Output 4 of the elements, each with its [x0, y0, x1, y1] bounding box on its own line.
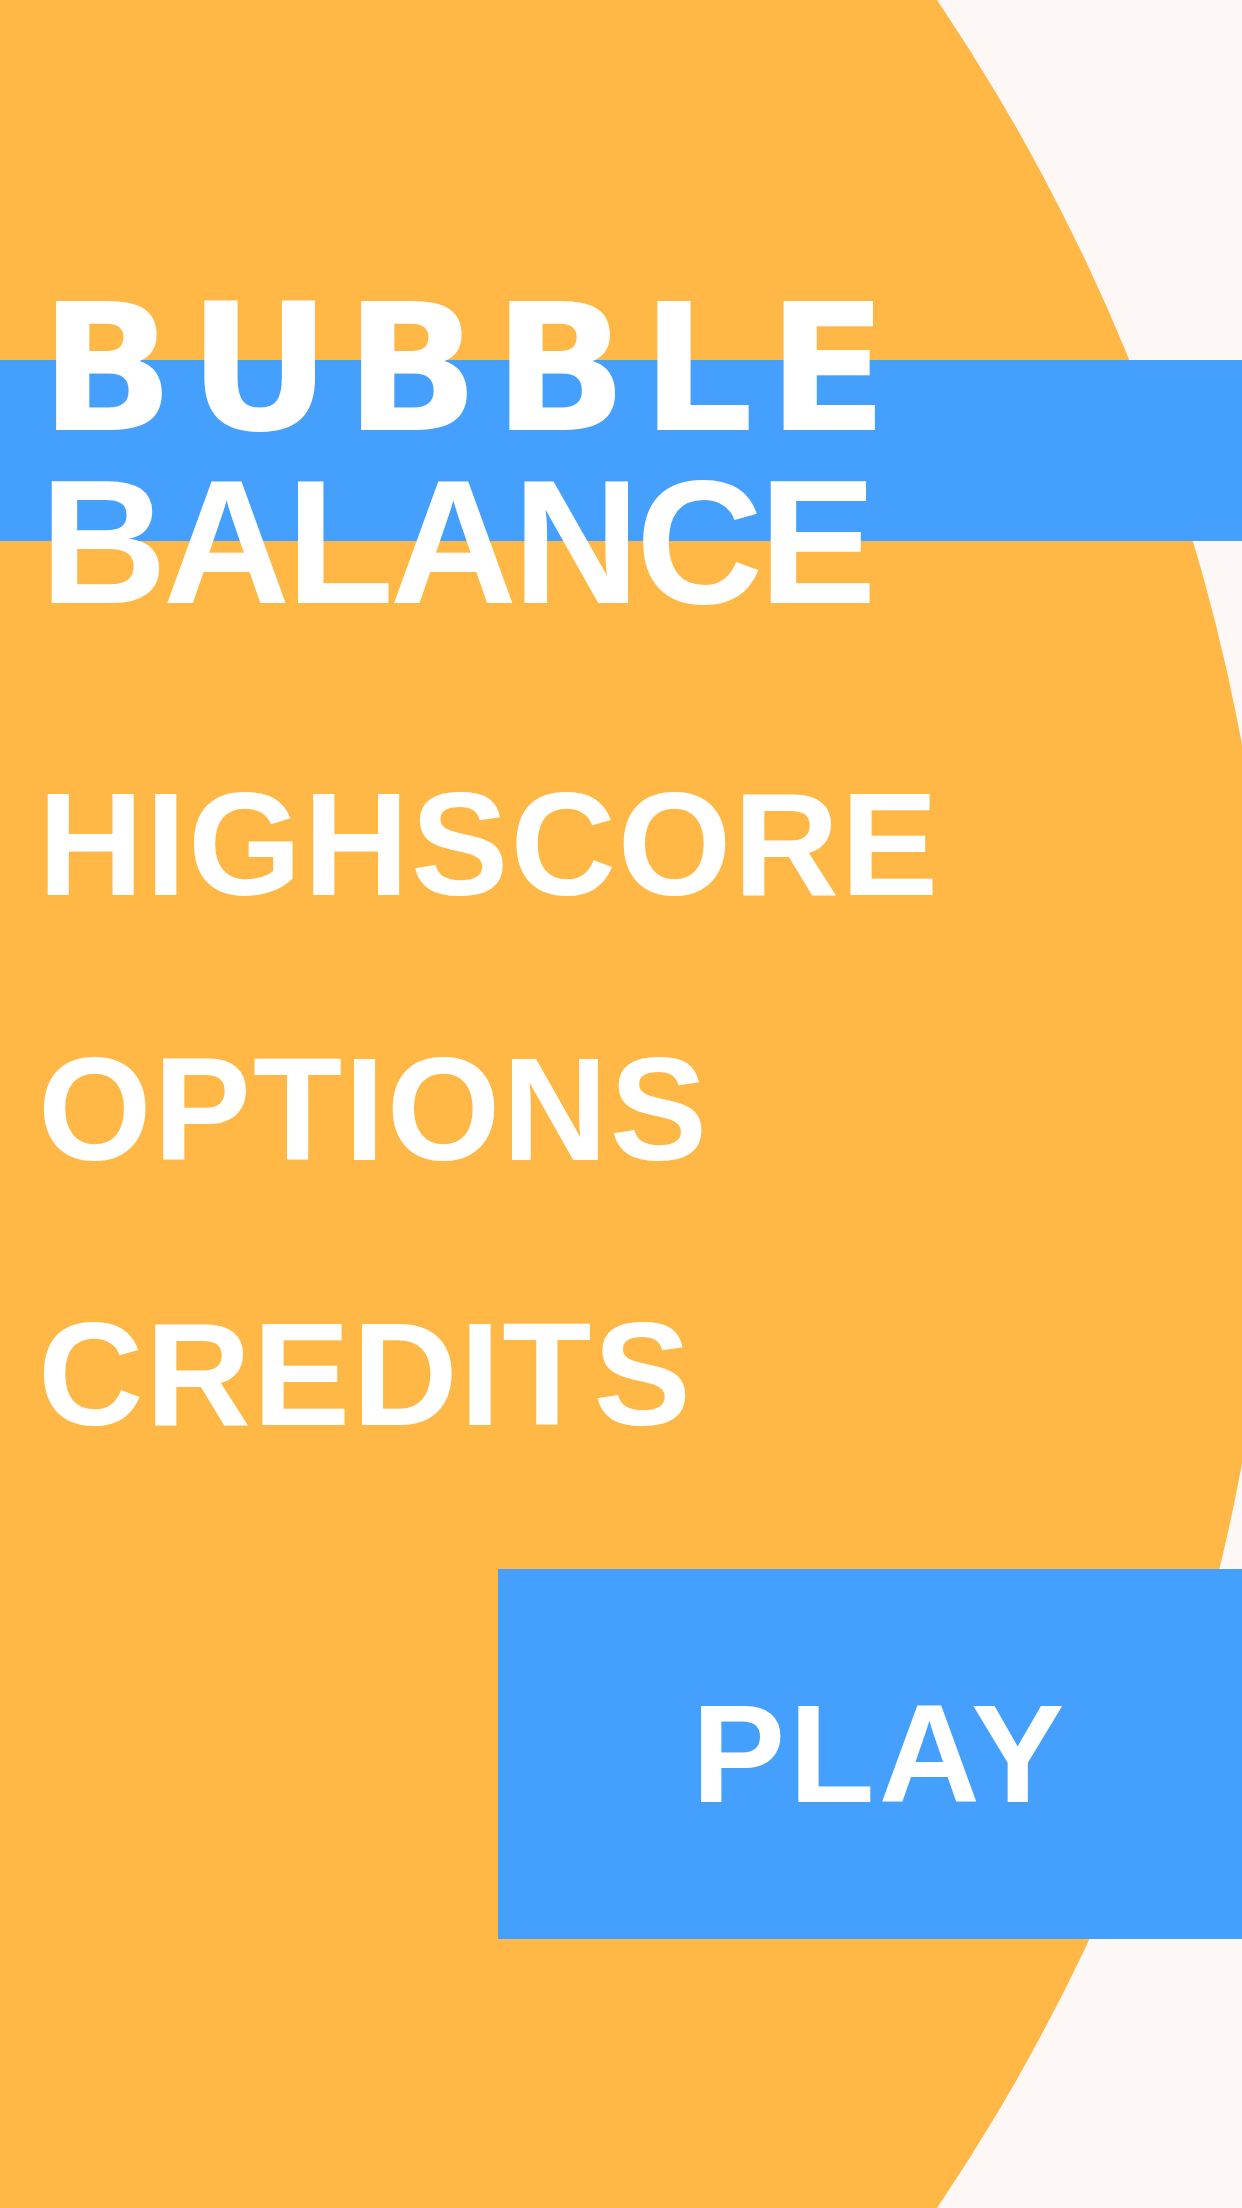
play-button[interactable]: PLAY [498, 1569, 1242, 1939]
menu-link[interactable]: OPTIONS [38, 1027, 710, 1192]
menu-link[interactable]: CREDITS [38, 1292, 693, 1457]
menu-link[interactable]: HIGHSCORE [38, 762, 941, 927]
